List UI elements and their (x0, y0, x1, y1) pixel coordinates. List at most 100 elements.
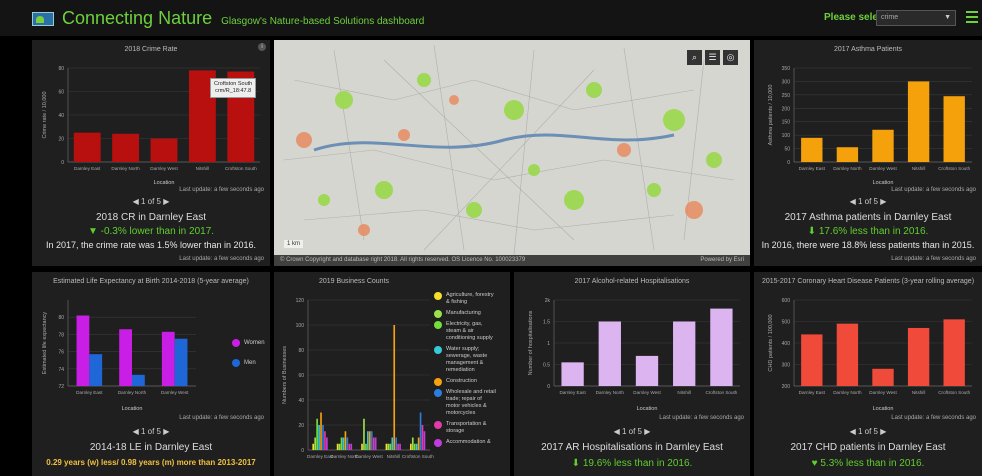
bar (635, 355, 659, 386)
x-tick-label: Darnley North (111, 166, 140, 171)
chart-svg: 0 20 40 60 80 100 120 Numbers of Businesses Darn… (282, 298, 434, 459)
bar (801, 334, 823, 386)
info-icon[interactable]: i (258, 43, 266, 51)
x-tick-label: Croftston South (938, 390, 970, 395)
bar (346, 437, 349, 450)
x-axis-label: Location (637, 406, 658, 412)
legend-item[interactable]: Wholesale and retail trade; repair of mo… (434, 389, 496, 417)
pager-prev-icon[interactable]: ◀ (133, 197, 139, 206)
bar (369, 431, 371, 450)
pager-prev-icon[interactable]: ◀ (850, 197, 856, 206)
indicator-select-value: crime (881, 14, 899, 21)
x-tick-label: Darnley West (161, 390, 189, 395)
pager-prev-icon[interactable]: ◀ (133, 427, 139, 436)
y-axis-label: Numbers of Businesses (282, 346, 288, 404)
map-view[interactable]: ⌕ ☰ ◎ 1 km © Crown Copyright and databas… (274, 40, 750, 266)
legend-label: Water supply; sewerage, waste management… (446, 346, 488, 373)
chd-panel: 2015-2017 Coronary Heart Disease Patient… (754, 272, 982, 476)
legend-label: Manufacturing (446, 310, 481, 316)
x-tick-label: Nitshill (912, 390, 926, 395)
x-tick-label: Nitshill (677, 390, 691, 395)
legend-women[interactable]: Women (232, 339, 265, 347)
pager-next-icon[interactable]: ▶ (644, 427, 650, 436)
alcohol-headline: 2017 AR Hospitalisations in Darnley East (541, 442, 723, 453)
map-powered-by[interactable]: Powered by Esri (700, 257, 744, 263)
legend-item[interactable]: Water supply; sewerage, waste management… (434, 346, 496, 374)
pager-next-icon[interactable]: ▶ (163, 427, 169, 436)
y-tick-label: 40 (298, 398, 304, 404)
bar (161, 331, 175, 386)
chd-change-text: 5.3% less than in 2016. (820, 458, 925, 469)
alcohol-change-text: 19.6% less than in 2016. (582, 458, 693, 469)
bar (872, 368, 894, 386)
legend-item[interactable]: Electricity, gas, steam & air conditioni… (434, 321, 496, 342)
bar (112, 133, 140, 162)
x-tick-label: Darnley North (833, 166, 862, 171)
bar (361, 443, 363, 450)
y-tick-label: 72 (58, 384, 64, 390)
chart-svg: 0 50 100 150 200 250 300 350 Asthma patients / 1… (768, 66, 972, 186)
asthma-chart: 0 50 100 150 200 250 300 350 Asthma patients / 1… (754, 54, 982, 190)
bar (314, 437, 316, 450)
menu-icon[interactable] (966, 11, 978, 23)
map-credit-text: © Crown Copyright and database right 201… (280, 257, 526, 263)
bar (374, 437, 377, 450)
y-tick-label: 50 (784, 147, 790, 153)
chd-chart: 200 300 400 500 600 CHD patients / 100,000 Dar… (754, 286, 982, 416)
pager-next-icon[interactable]: ▶ (880, 427, 886, 436)
pager-next-icon[interactable]: ▶ (163, 197, 169, 206)
indicator-select[interactable]: crime ▼ (876, 10, 956, 26)
chart-svg: 72 74 76 78 80 Estimated life expectancy Darnl… (42, 300, 196, 412)
legend-item[interactable]: Manufacturing (434, 310, 496, 318)
bar (393, 325, 396, 450)
business-panel-title: 2019 Business Counts (318, 278, 390, 285)
life-legend: Women Men (232, 339, 265, 380)
bar (89, 354, 103, 386)
bar (389, 443, 392, 450)
x-tick-label: Croftston South (705, 390, 737, 395)
bar (367, 431, 369, 450)
y-tick-label: 40 (58, 113, 64, 119)
map-scalebar: 1 km (284, 240, 304, 248)
bar (421, 425, 424, 450)
y-tick-label: 1.5 (543, 320, 550, 326)
pager-next-icon[interactable]: ▶ (880, 197, 886, 206)
bar (417, 437, 420, 450)
asthma-panel-title: 2017 Asthma Patients (833, 46, 903, 53)
legend-item[interactable]: Construction (434, 378, 496, 386)
legend-men[interactable]: Men (232, 359, 265, 367)
alcohol-pager-text: 1 of 5 (621, 427, 642, 436)
bar (365, 443, 367, 450)
bar (943, 96, 965, 162)
x-tick-label: Darnley North (596, 390, 625, 395)
bar (415, 443, 418, 450)
asthma-panel: 2017 Asthma Patients 0 50 100 150 200 250 300 3… (754, 40, 982, 266)
chd-pager: ◀ 1 of 5 ▶ (754, 427, 982, 436)
legend-item[interactable]: Agriculture, forestry & fishing (434, 292, 496, 306)
crime-panel-title: 2018 Crime Rate (124, 46, 178, 53)
bar (411, 437, 414, 450)
x-axis-label: Location (873, 180, 894, 186)
asthma-updated-2: Last update: a few seconds ago (891, 256, 976, 262)
y-tick-label: 100 (296, 323, 305, 329)
legend-label: Agriculture, forestry & fishing (446, 292, 494, 305)
y-tick-label: 0 (547, 384, 550, 390)
layers-list-icon[interactable]: ☰ (705, 50, 720, 65)
pager-prev-icon[interactable]: ◀ (614, 427, 620, 436)
bar (710, 308, 733, 386)
legend-item[interactable]: Accommodation & (434, 439, 496, 447)
y-tick-label: 20 (298, 423, 304, 429)
pager-prev-icon[interactable]: ◀ (850, 427, 856, 436)
asthma-change: ⬇ 17.6% less than in 2016. (754, 226, 982, 237)
search-icon[interactable]: ⌕ (687, 50, 702, 65)
map-canvas[interactable] (274, 40, 750, 266)
basemap-icon[interactable]: ◎ (723, 50, 738, 65)
bar (312, 443, 315, 450)
y-tick-label: 0 (787, 160, 790, 166)
x-tick-label: Darnley West (150, 166, 178, 171)
legend-item[interactable]: Transportation & storage (434, 421, 496, 435)
bar (316, 418, 318, 450)
bar (320, 412, 322, 450)
asthma-pager-text: 1 of 5 (857, 197, 878, 206)
down-arrow-icon: ⬇ (571, 458, 583, 469)
